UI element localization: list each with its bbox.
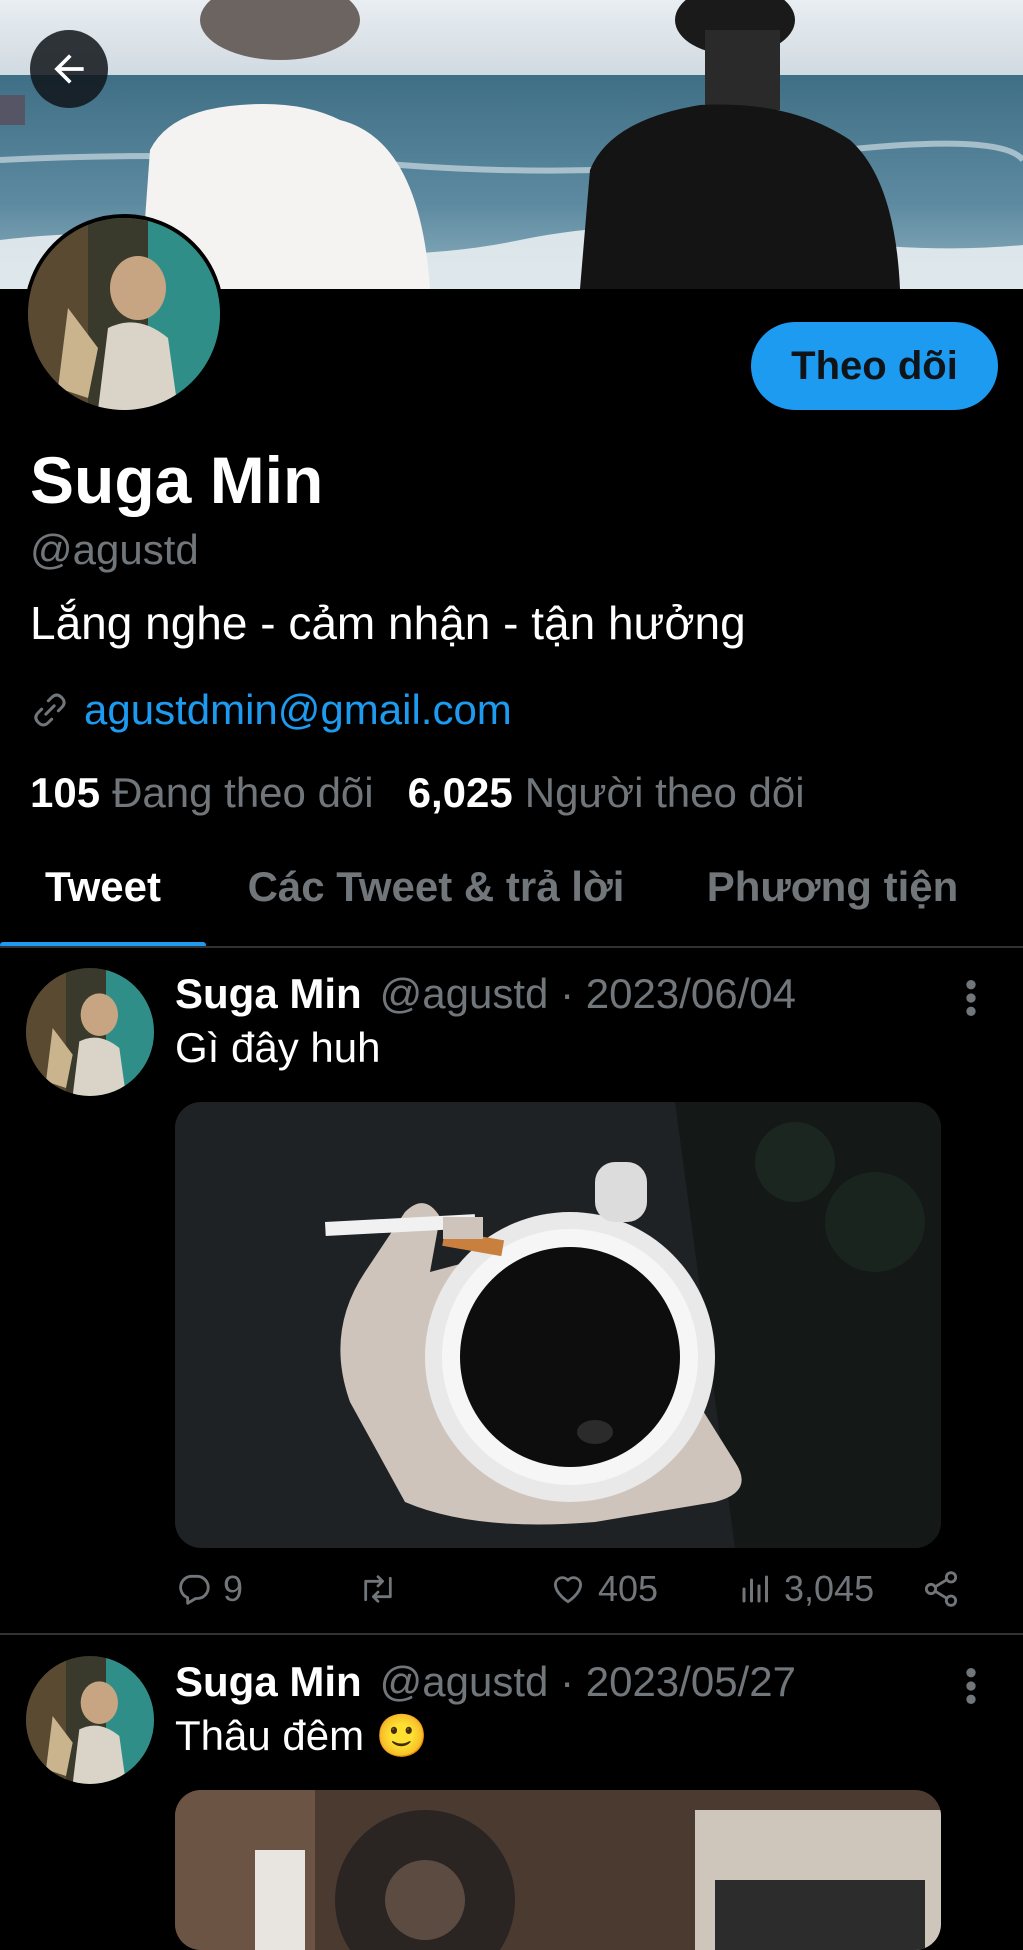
following-count: 105 — [30, 769, 101, 816]
profile-stats: 105 Đang theo dõi 6,025 Người theo dõi — [30, 769, 805, 817]
profile-avatar[interactable] — [24, 214, 224, 414]
tweet-image — [175, 1790, 941, 1950]
profile-handle: @agustd — [30, 526, 199, 573]
followers-count: 6,025 — [407, 769, 513, 816]
like-icon — [553, 1576, 583, 1604]
reply-button[interactable]: 9 — [175, 1564, 243, 1614]
tweet-text: Gì đây huh — [175, 1024, 381, 1071]
like-count: 405 — [598, 1568, 659, 1609]
retweet-button[interactable] — [358, 1564, 408, 1614]
tweet-divider — [0, 1633, 1023, 1635]
tweet-actions: 9 405 3,045 — [175, 1564, 975, 1614]
tab-tweets[interactable]: Tweet — [0, 826, 206, 948]
share-icon — [924, 1571, 958, 1607]
tweet-item[interactable]: Suga Min @agustd · 2023/06/04 Gì đây huh — [0, 948, 1023, 1633]
tweet-meta: @agustd · 2023/06/04 — [379, 970, 796, 1017]
tweet-text: Thâu đêm 🙂 — [175, 1712, 429, 1759]
views-count: 3,045 — [784, 1568, 875, 1609]
profile-link-row: agustdmin@gmail.com — [30, 686, 512, 734]
avatar-image — [26, 1656, 154, 1784]
following-stat[interactable]: 105 Đang theo dõi — [30, 769, 374, 817]
tab-tweets-replies[interactable]: Các Tweet & trả lời — [218, 826, 654, 948]
profile-tabs: Tweet Các Tweet & trả lời Phương tiện — [0, 826, 1023, 948]
followers-label: Người theo dõi — [524, 769, 805, 816]
back-button[interactable] — [30, 30, 108, 108]
reply-count: 9 — [223, 1568, 244, 1609]
retweet-icon — [364, 1575, 392, 1603]
tweet-image — [175, 1102, 941, 1548]
views-button[interactable]: 3,045 — [738, 1564, 874, 1614]
share-button[interactable] — [921, 1564, 961, 1614]
avatar-image — [28, 218, 220, 410]
tweet-avatar[interactable] — [26, 968, 154, 1096]
tweet-media[interactable] — [175, 1102, 941, 1548]
tweet-author-name[interactable]: Suga Min — [175, 1658, 362, 1705]
tweet-meta: @agustd · 2023/05/27 — [379, 1658, 796, 1705]
tweet-author-name[interactable]: Suga Min — [175, 970, 362, 1017]
tweet-item[interactable]: Suga Min @agustd · 2023/05/27 Thâu đêm 🙂 — [0, 1636, 1023, 1950]
link-icon — [34, 693, 66, 727]
tweet-header: Suga Min @agustd · 2023/05/27 — [175, 1658, 796, 1706]
more-vertical-icon[interactable] — [958, 978, 984, 1018]
tweet-avatar[interactable] — [26, 1656, 154, 1784]
back-arrow-icon — [54, 54, 84, 84]
profile-link[interactable]: agustdmin@gmail.com — [84, 686, 512, 734]
tab-media[interactable]: Phương tiện — [680, 826, 985, 948]
like-button[interactable]: 405 — [548, 1564, 658, 1614]
following-label: Đang theo dõi — [112, 769, 374, 816]
profile-display-name: Suga Min — [30, 443, 324, 517]
profile-bio: Lắng nghe - cảm nhận - tận hưởng — [30, 597, 746, 649]
follow-button[interactable]: Theo dõi — [751, 322, 998, 410]
tweet-header: Suga Min @agustd · 2023/06/04 — [175, 970, 796, 1018]
reply-icon — [179, 1574, 210, 1605]
more-vertical-icon[interactable] — [958, 1666, 984, 1706]
views-icon — [742, 1575, 768, 1603]
followers-stat[interactable]: 6,025 Người theo dõi — [408, 769, 805, 817]
tweet-media[interactable] — [175, 1790, 941, 1950]
avatar-image — [26, 968, 154, 1096]
